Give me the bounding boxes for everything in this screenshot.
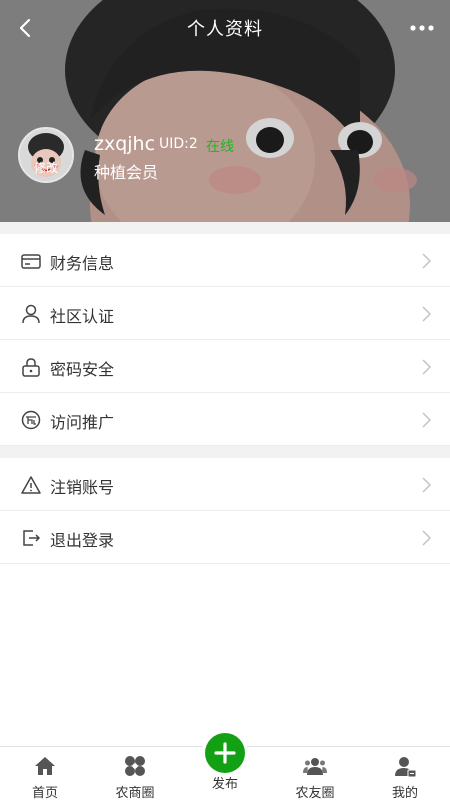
tab-mine[interactable]: 我的 [360,747,450,800]
tab-label: 首页 [31,786,58,800]
menu-item-finance[interactable]: 财务信息 [0,234,450,287]
chevron-right-icon [422,306,432,322]
more-button[interactable] [408,14,436,42]
menu-item-promotion[interactable]: 访问推广 [0,393,450,446]
tab-business-circle[interactable]: 农商圈 [90,747,180,800]
user-icon [22,304,40,324]
tab-label: 农友圈 [295,786,335,800]
tab-label: 我的 [391,786,418,800]
chevron-right-icon [422,359,432,375]
chevron-right-icon [422,530,432,546]
publish-button[interactable] [205,733,245,773]
page-title: 个人资料 [187,19,263,40]
menu-item-label: 密码安全 [50,360,115,379]
profile-icon [395,757,417,778]
chevron-right-icon [422,253,432,269]
tab-home[interactable]: 首页 [0,747,90,800]
friends-icon [303,758,327,775]
lock-icon [22,358,40,377]
top-bar: 个人资料 [0,0,450,56]
section-divider [0,446,450,458]
username: zxqjhc [94,133,156,155]
menu-item-logout[interactable]: 退出登录 [0,511,450,564]
menu-item-deactivate[interactable]: 注销账号 [0,458,450,511]
grid-circles-icon [125,756,145,776]
online-status: 在线 [206,139,234,155]
logout-icon [23,530,41,546]
menu-item-label: 社区认证 [50,307,115,326]
avatar[interactable]: 修改 [18,127,74,183]
menu-group-account: 财务信息 社区认证 密码安全 访问推广 [0,234,450,446]
menu-item-password-security[interactable]: 密码安全 [0,340,450,393]
promotion-icon [21,410,41,430]
member-level: 种植会员 [94,163,159,182]
chevron-right-icon [422,477,432,493]
user-id: UID:2 [159,136,198,152]
menu-item-label: 财务信息 [50,254,115,273]
chevron-right-icon [422,412,432,428]
tab-label: 发布 [211,777,238,792]
tab-label: 农商圈 [115,786,155,800]
menu-item-community-auth[interactable]: 社区认证 [0,287,450,340]
warning-icon [21,476,41,494]
credit-card-icon [21,254,41,269]
avatar-edit-label: 修改 [33,161,58,175]
tab-friends-circle[interactable]: 农友圈 [270,747,360,800]
menu-group-session: 注销账号 退出登录 [0,458,450,564]
menu-item-label: 注销账号 [50,478,115,497]
home-icon [35,757,55,775]
menu-item-label: 访问推广 [50,413,115,432]
section-divider [0,222,450,234]
more-dots-icon [410,25,434,31]
menu-item-label: 退出登录 [50,531,115,550]
plus-icon [214,742,236,764]
